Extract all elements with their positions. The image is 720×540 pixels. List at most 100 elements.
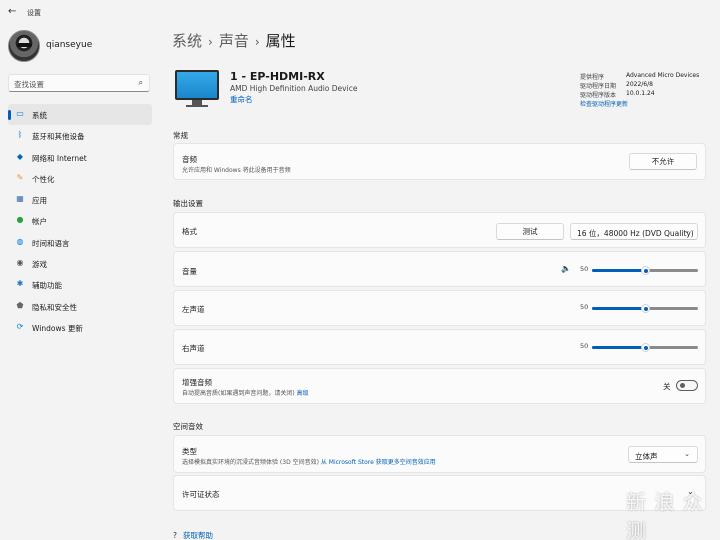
driver-version-label: 驱动程序版本 bbox=[580, 92, 617, 99]
sidebar-item-7[interactable]: ◉ 游戏 bbox=[8, 253, 152, 274]
watermark-text: 新 浪 众 测 bbox=[626, 490, 704, 540]
left-channel-fill bbox=[592, 307, 645, 310]
volume-card: 音量 🔈 50 bbox=[173, 251, 706, 287]
sidebar-item-label: 网络和 Internet bbox=[32, 153, 87, 163]
sidebar-item-8[interactable]: ✱ 辅助功能 bbox=[8, 274, 152, 295]
left-channel-value: 50 bbox=[580, 303, 589, 311]
enhance-audio-card: 增强音频 自动提高音质(如果遇到声音问题，请关闭) 高级 关 bbox=[173, 368, 706, 404]
sidebar-item-0[interactable]: ▭ 系统 bbox=[8, 104, 152, 126]
disallow-button[interactable]: 不允许 bbox=[629, 153, 697, 170]
profile[interactable]: qianseyue bbox=[8, 30, 158, 64]
accessibility-icon: ✱ bbox=[16, 279, 24, 289]
page-title: 属性 bbox=[265, 32, 296, 50]
device-name: 1 - EP-HDMI-RX bbox=[230, 70, 325, 83]
breadcrumb: 系统 › 声音 › 属性 bbox=[172, 30, 296, 51]
sidebar-item-10[interactable]: ⟳ Windows 更新 bbox=[8, 317, 152, 338]
spatial-type-sub-text: 选择模拟真实环境的沉浸式音频体验 (3D 空间音效) bbox=[182, 459, 319, 466]
enhance-audio-toggle[interactable] bbox=[676, 380, 698, 391]
search-icon[interactable]: ⌕ bbox=[139, 78, 143, 88]
right-channel-fill bbox=[592, 346, 645, 349]
driver-provider-label: 提供程序 bbox=[580, 74, 605, 81]
store-link[interactable]: 从 Microsoft Store 获取更多空间音效应用 bbox=[321, 459, 436, 466]
audio-sub: 允许应用和 Windows 将此设备用于音频 bbox=[182, 167, 291, 174]
right-channel-label: 右声道 bbox=[182, 344, 205, 353]
format-dropdown[interactable]: 16 位，48000 Hz (DVD Quality) ⌄ bbox=[570, 223, 698, 240]
globe-clock-icon: ◍ bbox=[16, 236, 24, 246]
sidebar-item-9[interactable]: ⬟ 隐私和安全性 bbox=[8, 296, 152, 317]
watermark: 新 浪 众 测 bbox=[626, 486, 720, 540]
chevron-down-icon: ⌄ bbox=[684, 227, 690, 235]
search-input[interactable]: 查找设置 ⌕ bbox=[8, 74, 150, 92]
left-channel-slider[interactable]: 50 bbox=[574, 301, 704, 315]
chevron-right-icon: › bbox=[208, 35, 213, 49]
sidebar-item-4[interactable]: ▦ 应用 bbox=[8, 189, 152, 210]
title-bar: ← 设置 bbox=[0, 0, 720, 26]
left-channel-label: 左声道 bbox=[182, 305, 205, 314]
volume-slider[interactable]: 50 bbox=[574, 263, 704, 277]
sidebar-item-label: 辅助功能 bbox=[32, 281, 62, 291]
breadcrumb-system[interactable]: 系统 bbox=[172, 32, 202, 50]
sidebar-nav: ▭ 系统 ᛒ 蓝牙和其他设备 ◆ 网络和 Internet ✎ 个性化 ▦ 应用 ● 帐户 ◍ 时间和语言… bbox=[8, 104, 152, 338]
volume-label: 音量 bbox=[182, 267, 197, 276]
window-title: 设置 bbox=[27, 9, 41, 17]
section-general-title: 常规 bbox=[173, 131, 188, 140]
driver-date-label: 驱动程序日期 bbox=[580, 83, 617, 90]
enhance-toggle-label: 关 bbox=[663, 382, 671, 391]
device-header: 1 - EP-HDMI-RX AMD High Definition Audio… bbox=[172, 64, 707, 116]
sidebar-item-label: 蓝牙和其他设备 bbox=[32, 132, 85, 142]
spatial-type-value: 立体声 bbox=[635, 452, 658, 461]
apps-icon: ▦ bbox=[16, 194, 24, 204]
sidebar-item-label: 帐户 bbox=[32, 217, 47, 227]
driver-date: 2022/6/8 bbox=[626, 81, 653, 88]
enhance-audio-sub: 自动提高音质(如果遇到声音问题，请关闭) 高级 bbox=[182, 388, 309, 397]
advanced-link[interactable]: 高级 bbox=[297, 390, 309, 397]
sidebar-item-5[interactable]: ● 帐户 bbox=[8, 210, 152, 231]
sidebar-item-label: 应用 bbox=[32, 196, 47, 206]
format-card: 格式 测试 16 位，48000 Hz (DVD Quality) ⌄ bbox=[173, 212, 706, 248]
section-spatial-title: 空间音效 bbox=[173, 422, 203, 431]
driver-update-link[interactable]: 检查驱动程序更新 bbox=[580, 99, 628, 108]
right-channel-slider[interactable]: 50 bbox=[574, 340, 704, 354]
section-output-title: 输出设置 bbox=[173, 199, 203, 208]
shield-icon: ⬟ bbox=[16, 300, 24, 310]
sidebar-item-label: 时间和语言 bbox=[32, 238, 70, 248]
right-channel-thumb[interactable] bbox=[640, 342, 650, 352]
avatar bbox=[8, 30, 40, 62]
audio-card: 音频 允许应用和 Windows 将此设备用于音频 不允许 bbox=[173, 143, 706, 180]
sidebar-item-1[interactable]: ᛒ 蓝牙和其他设备 bbox=[8, 125, 152, 146]
enhance-audio-sub-text: 自动提高音质(如果遇到声音问题，请关闭) bbox=[182, 390, 295, 397]
breadcrumb-sound[interactable]: 声音 bbox=[219, 32, 249, 50]
left-channel-thumb[interactable] bbox=[640, 303, 650, 313]
spatial-type-sub: 选择模拟真实环境的沉浸式音频体验 (3D 空间音效) 从 Microsoft S… bbox=[182, 457, 436, 466]
volume-fill bbox=[592, 269, 645, 272]
license-status-label: 许可证状态 bbox=[182, 490, 220, 499]
left-channel-card: 左声道 50 bbox=[173, 290, 706, 326]
get-help-link[interactable]: ? 获取帮助 bbox=[173, 530, 213, 540]
spatial-type-card: 类型 选择模拟真实环境的沉浸式音频体验 (3D 空间音效) 从 Microsof… bbox=[173, 435, 706, 473]
device-description: AMD High Definition Audio Device bbox=[230, 84, 358, 93]
format-value: 16 位，48000 Hz (DVD Quality) bbox=[577, 229, 694, 238]
volume-value: 50 bbox=[580, 265, 589, 273]
audio-label: 音频 bbox=[182, 155, 197, 164]
username: qianseyue bbox=[46, 40, 93, 50]
get-help-label: 获取帮助 bbox=[182, 531, 213, 540]
volume-thumb[interactable] bbox=[640, 265, 650, 275]
enhance-audio-label: 增强音频 bbox=[182, 378, 212, 387]
format-label: 格式 bbox=[182, 227, 197, 236]
spatial-type-dropdown[interactable]: 立体声 ⌄ bbox=[628, 446, 698, 463]
right-channel-value: 50 bbox=[580, 342, 589, 350]
monitor-icon: ▭ bbox=[16, 109, 24, 118]
rename-link[interactable]: 重命名 bbox=[230, 94, 253, 105]
sidebar-item-label: Windows 更新 bbox=[32, 323, 83, 333]
brush-icon: ✎ bbox=[16, 172, 24, 182]
test-button[interactable]: 测试 bbox=[496, 223, 564, 240]
back-arrow-icon[interactable]: ← bbox=[8, 6, 16, 17]
driver-info: 提供程序 Advanced Micro Devices 驱动程序日期 2022/6/… bbox=[580, 72, 710, 108]
bluetooth-icon: ᛒ bbox=[17, 130, 23, 140]
sidebar-item-3[interactable]: ✎ 个性化 bbox=[8, 168, 152, 189]
sidebar-item-2[interactable]: ◆ 网络和 Internet bbox=[8, 147, 152, 168]
sidebar-item-label: 系统 bbox=[32, 111, 47, 120]
help-icon: ? bbox=[173, 531, 177, 540]
sidebar-item-6[interactable]: ◍ 时间和语言 bbox=[8, 232, 152, 253]
sidebar-item-label: 隐私和安全性 bbox=[32, 302, 77, 312]
